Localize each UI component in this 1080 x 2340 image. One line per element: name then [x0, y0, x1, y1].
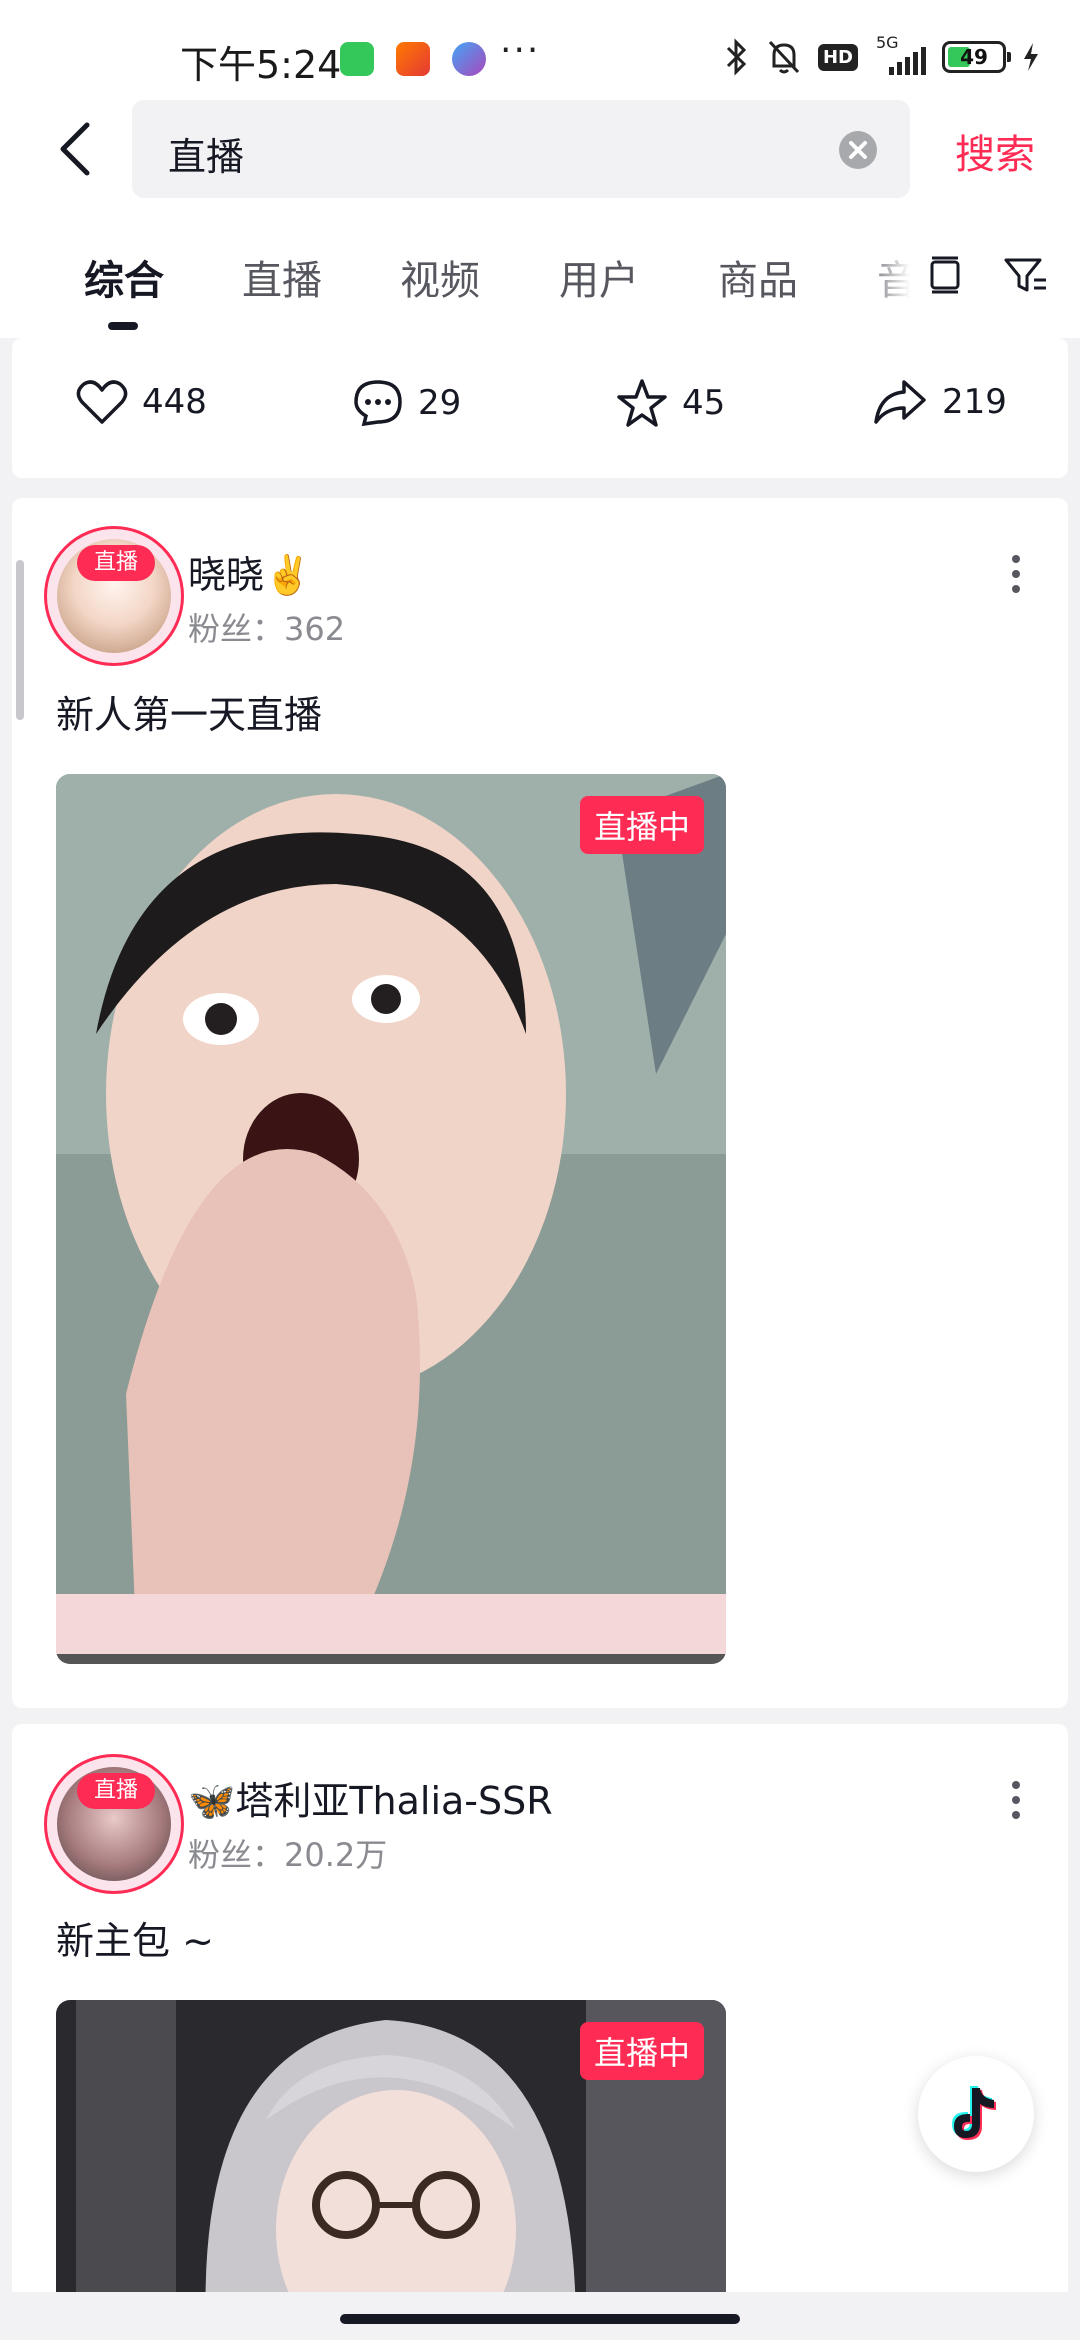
- scrollbar[interactable]: [16, 560, 24, 720]
- messaging-app-icon: [340, 42, 374, 76]
- battery-icon: 49: [942, 41, 1011, 73]
- search-header: 直播 搜索: [0, 100, 1080, 210]
- avatar[interactable]: 直播: [44, 1754, 184, 1894]
- live-thumbnail[interactable]: 直播中: [56, 774, 726, 1664]
- action-row: 448 29 45 219: [12, 338, 1068, 478]
- status-time: 下午5:24: [180, 43, 342, 87]
- star-icon: [617, 379, 667, 427]
- status-more-dots: ···: [500, 30, 541, 71]
- comment-count: 29: [418, 383, 462, 423]
- tab-comprehensive[interactable]: 综合: [84, 248, 164, 306]
- author-fans: 粉丝：362: [188, 610, 346, 648]
- douyin-floating-button[interactable]: [918, 2056, 1034, 2172]
- tab-indicator: [108, 322, 138, 330]
- author-name[interactable]: 🦋塔利亚Thalia-SSR: [188, 1770, 553, 1825]
- favorite-count: 45: [682, 383, 726, 423]
- hd-badge: HD: [817, 43, 858, 71]
- comment-icon: [354, 380, 402, 427]
- live-status-badge: 直播中: [579, 2022, 704, 2080]
- douyin-logo-icon: [952, 2086, 996, 2140]
- live-tag: 直播: [77, 545, 155, 581]
- search-input[interactable]: 直播: [132, 100, 910, 198]
- more-button[interactable]: [996, 1770, 1036, 1830]
- live-tag: 直播: [77, 1773, 155, 1809]
- 58-app-icon: [396, 42, 430, 76]
- author-fans: 粉丝：20.2万: [188, 1836, 388, 1874]
- more-button[interactable]: [996, 544, 1036, 604]
- previous-card: 448 29 45 219: [12, 338, 1068, 478]
- favorite-button[interactable]: 45: [616, 378, 725, 428]
- live-post-card[interactable]: 直播 晓晓✌️ 粉丝：362 新人第一天直播 直播中: [12, 498, 1068, 1708]
- bluetooth-icon: [726, 38, 747, 76]
- tab-video[interactable]: 视频: [400, 248, 480, 306]
- like-count: 448: [142, 382, 207, 422]
- share-button[interactable]: 219: [872, 378, 1007, 426]
- bell-muted-icon: [768, 40, 800, 74]
- cloud-app-icon: [452, 42, 486, 76]
- like-button[interactable]: 448: [76, 378, 207, 426]
- comment-button[interactable]: 29: [352, 378, 461, 428]
- search-query[interactable]: 直播: [168, 126, 244, 181]
- tab-live[interactable]: 直播: [242, 248, 322, 306]
- live-thumbnail-image: [56, 774, 726, 1664]
- post-description: 新主包 ~: [56, 1919, 214, 1963]
- post-description: 新人第一天直播: [56, 693, 323, 737]
- status-bar: 下午5:24 ··· HD 5G 49: [0, 0, 1080, 100]
- search-button[interactable]: 搜索: [955, 122, 1035, 180]
- home-indicator[interactable]: [340, 2314, 740, 2324]
- share-icon: [874, 380, 926, 424]
- avatar[interactable]: 直播: [44, 526, 184, 666]
- author-name[interactable]: 晓晓✌️: [188, 544, 311, 599]
- heart-icon: [76, 380, 128, 424]
- share-count: 219: [942, 382, 1007, 422]
- battery-level: 49: [960, 45, 988, 69]
- live-thumbnail[interactable]: 直播中: [56, 2000, 726, 2330]
- chevron-left-icon: [60, 122, 90, 176]
- filter-icon[interactable]: [1000, 250, 1050, 300]
- signal-icon: 5G: [874, 33, 926, 75]
- tab-bar: 综合 直播 视频 用户 商品 音: [0, 210, 1080, 338]
- clear-icon[interactable]: [838, 130, 878, 170]
- tab-products[interactable]: 商品: [718, 248, 798, 306]
- charging-icon: [1024, 43, 1038, 71]
- back-button[interactable]: [40, 114, 110, 184]
- status-indicators: HD 5G 49: [724, 33, 1040, 76]
- system-nav-bar: [0, 2292, 1080, 2340]
- status-app-icons: [340, 42, 486, 76]
- layout-toggle-icon[interactable]: [920, 250, 970, 300]
- tab-users[interactable]: 用户: [559, 248, 639, 306]
- live-post-card[interactable]: 直播 🦋塔利亚Thalia-SSR 粉丝：20.2万 新主包 ~ 直播中: [12, 1724, 1068, 2340]
- live-status-badge: 直播中: [579, 796, 704, 854]
